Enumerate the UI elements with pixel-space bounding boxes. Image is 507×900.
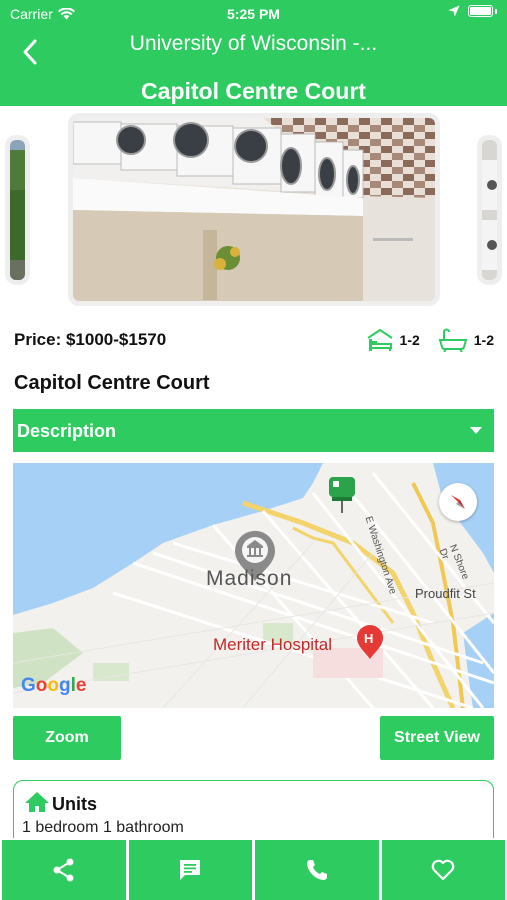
heart-icon [431, 859, 455, 881]
back-button[interactable] [14, 36, 46, 68]
page-title: Capitol Centre Court [141, 78, 366, 104]
battery-cap [495, 8, 497, 14]
zoom-button[interactable]: Zoom [13, 716, 121, 760]
message-button[interactable] [128, 840, 252, 900]
app-root: Carrier 5:25 PM University of Wisconsin … [0, 0, 507, 900]
header: Carrier 5:25 PM University of Wisconsin … [0, 0, 507, 106]
status-time: 5:25 PM [227, 6, 280, 22]
map-city-label: Madison [206, 567, 293, 590]
favorite-button[interactable] [381, 840, 505, 900]
bathroom-count: 1-2 [473, 332, 494, 348]
nav-title: University of Wisconsin -... [129, 32, 378, 55]
phone-icon [306, 860, 327, 880]
location-arrow-icon [448, 5, 460, 17]
photo-carousel[interactable] [0, 106, 507, 312]
price-label: Price: $1000-$1570 [14, 330, 167, 349]
phone-button[interactable] [255, 840, 379, 900]
map-view[interactable]: H Madison Meriter Hospital Proudfit St E… [13, 463, 494, 708]
bedroom-count: 1-2 [399, 332, 420, 348]
caret-down-icon [470, 427, 482, 434]
message-icon [180, 860, 201, 880]
status-right [448, 5, 497, 17]
street-view-button[interactable]: Street View [380, 716, 494, 760]
carousel-current-photo[interactable] [73, 118, 435, 301]
tree-photo [10, 140, 25, 280]
description-label: Description [17, 421, 117, 441]
description-toggle[interactable]: Description [13, 409, 494, 452]
laundry-room-photo [73, 118, 435, 301]
svg-text:H: H [364, 631, 373, 646]
map-hospital-label: Meriter Hospital [213, 635, 333, 654]
map-street-proudfit: Proudfit St [415, 586, 476, 601]
compass-icon [451, 495, 465, 509]
google-logo: Google [21, 675, 87, 696]
washer-photo [482, 140, 497, 280]
carousel-next-photo[interactable] [482, 140, 497, 280]
share-icon [53, 858, 74, 882]
units-title: Units [52, 794, 97, 814]
amenities: 1-2 1-2 [366, 328, 494, 352]
bottom-action-bar [0, 838, 507, 900]
home-icon [25, 792, 49, 812]
unit-type-line: 1 bedroom 1 bathroom [22, 819, 184, 836]
price-row: Price: $1000-$1570 1-2 1-2 [14, 328, 494, 352]
battery-icon [468, 5, 493, 17]
listing-name: Capitol Centre Court [14, 372, 210, 394]
share-button[interactable] [2, 840, 126, 900]
chevron-left-icon [23, 39, 37, 65]
compass-button[interactable] [439, 483, 477, 521]
carousel-prev-photo[interactable] [10, 140, 25, 280]
bathtub-icon [438, 328, 468, 352]
status-bar: Carrier 5:25 PM [0, 0, 507, 28]
bed-icon [366, 328, 393, 351]
